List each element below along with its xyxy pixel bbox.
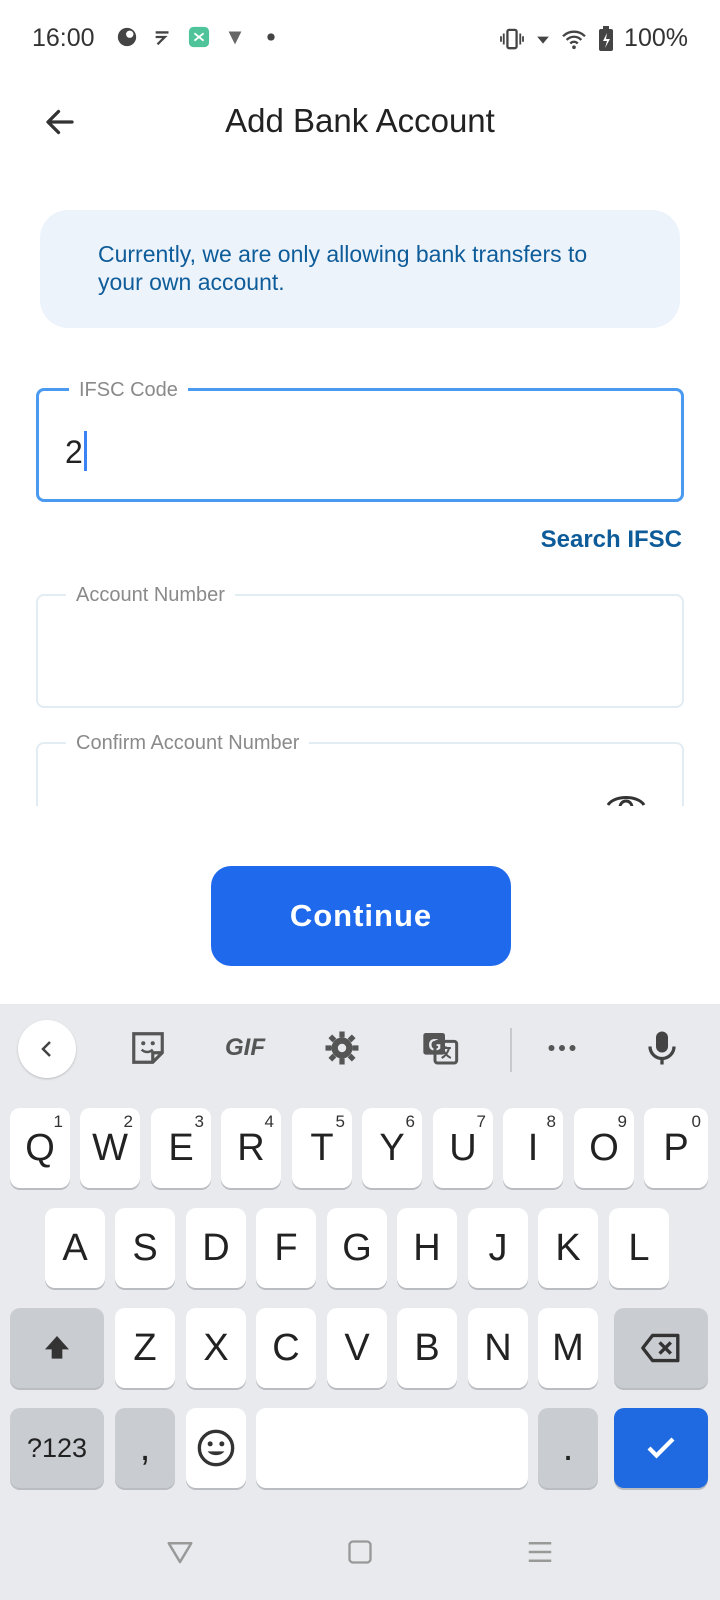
key-label: R <box>237 1126 265 1169</box>
confirm-account-number-label: Confirm Account Number <box>66 730 310 756</box>
key-hint: 0 <box>691 1112 701 1131</box>
emoji-key[interactable] <box>186 1408 246 1488</box>
key-hint: 6 <box>405 1112 415 1131</box>
comma-key[interactable]: , <box>115 1408 175 1488</box>
key-i[interactable]: I8 <box>503 1108 563 1188</box>
key-hint: 2 <box>123 1112 133 1131</box>
symbols-key[interactable]: ?123 <box>10 1408 104 1488</box>
backspace-key[interactable] <box>614 1308 708 1388</box>
key-y[interactable]: Y6 <box>362 1108 422 1188</box>
ifsc-field[interactable]: IFSC Code 2 <box>36 377 684 502</box>
key-label: Q <box>25 1126 55 1169</box>
key-hint: 1 <box>53 1112 63 1131</box>
key-r[interactable]: R4 <box>221 1108 281 1188</box>
text-caret <box>83 431 87 471</box>
ifsc-label: IFSC Code <box>69 377 188 403</box>
form-scroll-area: IFSC Code 2 Search IFSC Account Number C… <box>0 0 720 806</box>
key-c[interactable]: C <box>256 1308 316 1388</box>
key-hint: 3 <box>194 1112 204 1131</box>
shift-icon <box>45 1336 69 1359</box>
square-icon <box>348 1540 372 1564</box>
key-z[interactable]: Z <box>115 1308 175 1388</box>
key-hint: 4 <box>264 1112 274 1131</box>
done-key[interactable] <box>614 1408 708 1488</box>
more-options-button[interactable] <box>540 1026 584 1070</box>
key-m[interactable]: M <box>538 1308 598 1388</box>
key-t[interactable]: T5 <box>292 1108 352 1188</box>
keyboard-collapse-button[interactable] <box>18 1020 76 1078</box>
period-key[interactable]: . <box>538 1408 598 1488</box>
nav-home-button[interactable] <box>338 1530 382 1574</box>
keyboard-settings-button[interactable] <box>320 1026 364 1070</box>
triangle-down-icon <box>167 1542 193 1564</box>
more-icon <box>548 1045 576 1051</box>
key-hint: 9 <box>617 1112 627 1131</box>
account-number-label: Account Number <box>66 582 235 608</box>
search-ifsc-link[interactable]: Search IFSC <box>541 526 682 554</box>
emoji-icon <box>197 1429 235 1467</box>
key-j[interactable]: J <box>468 1208 528 1288</box>
nav-recents-button[interactable] <box>518 1530 562 1574</box>
gif-button[interactable]: GIF <box>220 1026 270 1070</box>
key-x[interactable]: X <box>186 1308 246 1388</box>
backspace-icon <box>641 1333 680 1363</box>
key-q[interactable]: Q1 <box>10 1108 70 1188</box>
shift-key[interactable] <box>10 1308 104 1388</box>
key-label: P <box>663 1126 689 1169</box>
sticker-icon <box>132 1032 164 1064</box>
continue-button[interactable]: Continue <box>211 866 511 966</box>
key-k[interactable]: K <box>538 1208 598 1288</box>
account-number-field[interactable]: Account Number <box>36 582 684 708</box>
check-icon <box>647 1437 675 1459</box>
key-hint: 7 <box>476 1112 486 1131</box>
chevron-left-icon <box>41 1041 51 1057</box>
key-hint: 5 <box>335 1112 345 1131</box>
key-v[interactable]: V <box>327 1308 387 1388</box>
key-e[interactable]: E3 <box>151 1108 211 1188</box>
key-w[interactable]: W2 <box>80 1108 140 1188</box>
toolbar-divider <box>510 1028 512 1072</box>
keyboard: GIF G Q1 W2 E3 R4 T5 Y6 U7 I8 O9 P0 A S … <box>0 1004 720 1600</box>
key-p[interactable]: P0 <box>644 1108 708 1188</box>
key-d[interactable]: D <box>186 1208 246 1288</box>
key-u[interactable]: U7 <box>433 1108 493 1188</box>
key-f[interactable]: F <box>256 1208 316 1288</box>
key-label: I <box>527 1126 539 1169</box>
key-label: E <box>168 1126 194 1169</box>
key-label: Y <box>379 1126 405 1169</box>
key-label: O <box>589 1126 619 1169</box>
space-key[interactable] <box>256 1408 528 1488</box>
key-a[interactable]: A <box>45 1208 105 1288</box>
key-h[interactable]: H <box>397 1208 457 1288</box>
ifsc-value: 2 <box>65 434 83 470</box>
nav-back-button[interactable] <box>158 1530 202 1574</box>
keyboard-toolbar: GIF G <box>0 1004 720 1100</box>
key-s[interactable]: S <box>115 1208 175 1288</box>
ifsc-input[interactable]: 2 <box>65 431 87 471</box>
sticker-button[interactable] <box>126 1026 170 1070</box>
voice-input-button[interactable] <box>640 1026 684 1070</box>
translate-button[interactable]: G <box>418 1026 462 1070</box>
navigation-bar <box>0 1502 720 1600</box>
eye-icon[interactable] <box>606 790 646 806</box>
key-o[interactable]: O9 <box>574 1108 634 1188</box>
translate-icon: G <box>423 1033 459 1065</box>
microphone-icon <box>648 1031 676 1065</box>
menu-icon <box>528 1542 552 1562</box>
key-n[interactable]: N <box>468 1308 528 1388</box>
key-g[interactable]: G <box>327 1208 387 1288</box>
key-label: U <box>449 1126 477 1169</box>
gif-label: GIF <box>225 1034 265 1061</box>
gear-icon <box>325 1031 359 1065</box>
key-label: W <box>92 1126 128 1169</box>
key-b[interactable]: B <box>397 1308 457 1388</box>
confirm-account-number-field[interactable]: Confirm Account Number <box>36 730 684 806</box>
key-l[interactable]: L <box>609 1208 669 1288</box>
key-hint: 8 <box>546 1112 556 1131</box>
key-label: T <box>310 1126 334 1169</box>
